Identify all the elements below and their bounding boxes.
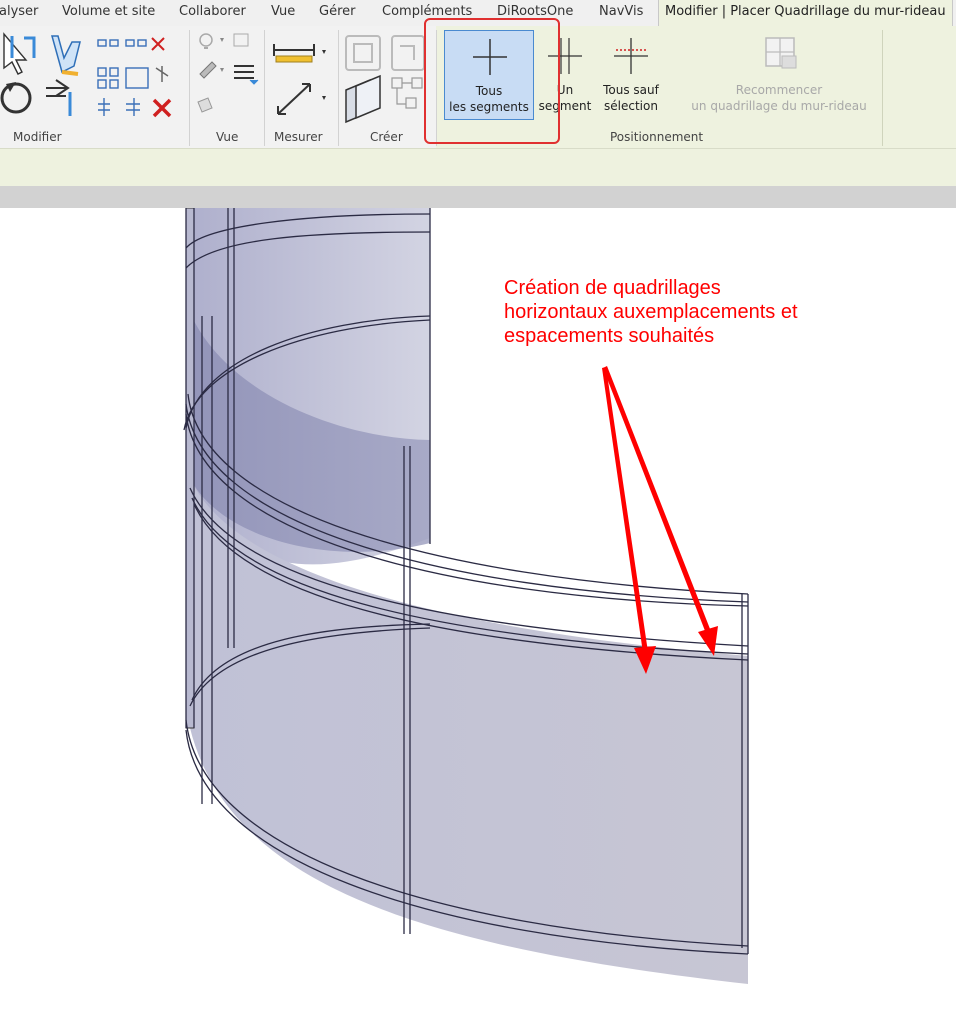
panel-separator xyxy=(882,30,883,146)
tab-volume-et-site[interactable]: Volume et site xyxy=(62,4,155,19)
view-strip xyxy=(0,186,956,208)
curtain-wall-left-edge[interactable] xyxy=(185,208,195,729)
all-except-label-1: Tous sauf xyxy=(603,83,659,97)
measure-icon[interactable] xyxy=(270,28,336,124)
tab-modifier-placer-quadrillage[interactable]: Modifier | Placer Quadrillage du mur-rid… xyxy=(658,0,953,26)
annotation-text: Création de quadrillages horizontaux aux… xyxy=(504,277,798,347)
highlight-box xyxy=(424,18,560,144)
options-bar xyxy=(0,148,956,187)
create-group-icon[interactable] xyxy=(340,28,432,124)
recommence-grid-button: Recommencer un quadrillage du mur-rideau xyxy=(676,30,882,120)
recommence-label-2: un quadrillage du mur-rideau xyxy=(691,99,867,113)
recommence-grid-icon xyxy=(765,37,797,69)
recommence-label-1: Recommencer xyxy=(735,83,823,97)
3d-viewport[interactable] xyxy=(0,208,956,1024)
panel-label-positionnement: Positionnement xyxy=(610,130,704,144)
tab-analyser[interactable]: alyser xyxy=(0,4,38,19)
tab-collaborer[interactable]: Collaborer xyxy=(179,4,246,19)
annotation-arrows xyxy=(602,366,718,674)
panel-label-mesurer: Mesurer xyxy=(274,130,323,144)
tab-gerer[interactable]: Gérer xyxy=(319,4,355,19)
panel-label-creer: Créer xyxy=(370,130,403,144)
panel-label-vue: Vue xyxy=(216,130,239,144)
tab-navvis[interactable]: NavVis xyxy=(599,4,643,19)
panel-label-modifier: Modifier xyxy=(13,130,62,144)
all-except-selection-button[interactable]: Tous sauf sélection xyxy=(598,30,664,120)
tab-dirootsone[interactable]: DiRootsOne xyxy=(497,4,573,19)
grid-line-icon xyxy=(614,38,648,74)
tab-vue[interactable]: Vue xyxy=(271,4,295,19)
panel-separator xyxy=(338,30,339,146)
panel-separator xyxy=(189,30,190,146)
all-except-label-2: sélection xyxy=(604,99,658,113)
view-tools-icon[interactable] xyxy=(194,28,264,124)
panel-separator xyxy=(264,30,265,146)
tab-complements[interactable]: Compléments xyxy=(382,4,472,19)
modify-tools-icon[interactable] xyxy=(0,28,190,124)
